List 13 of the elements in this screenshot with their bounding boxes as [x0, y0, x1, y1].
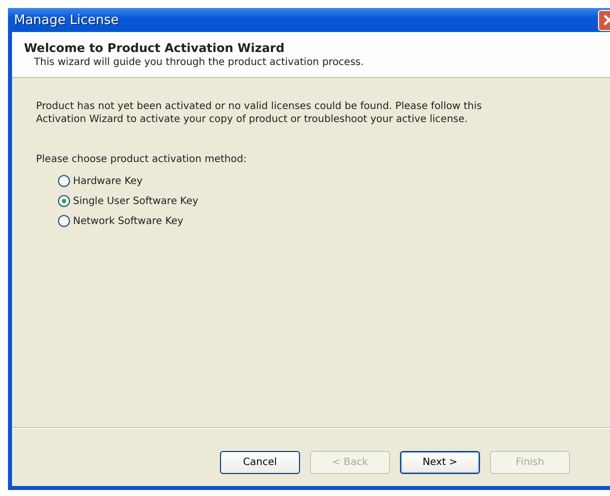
wizard-title: Welcome to Product Activation Wizard	[24, 41, 286, 55]
radio-button[interactable]	[58, 175, 70, 187]
radio-button[interactable]	[58, 215, 70, 227]
option-label[interactable]: Single User Software Key	[73, 196, 198, 206]
wizard-button[interactable]: Next >	[400, 451, 480, 474]
option-label[interactable]: Hardware Key	[73, 176, 143, 186]
option-label[interactable]: Network Software Key	[73, 216, 184, 226]
method-prompt: Please choose product activation method:	[36, 154, 248, 165]
window-title: Manage License	[14, 12, 119, 28]
wizard-button[interactable]: Cancel	[220, 451, 300, 474]
wizard-subtitle: This wizard will guide you through the product activation process.	[34, 57, 365, 68]
selected-radio-button[interactable]	[58, 195, 70, 207]
info-message: Product has not yet been activated or no valid licenses could be found. Please follow this Activation Wizard to activate your copy of product or troubleshoot your active license.	[36, 100, 483, 126]
